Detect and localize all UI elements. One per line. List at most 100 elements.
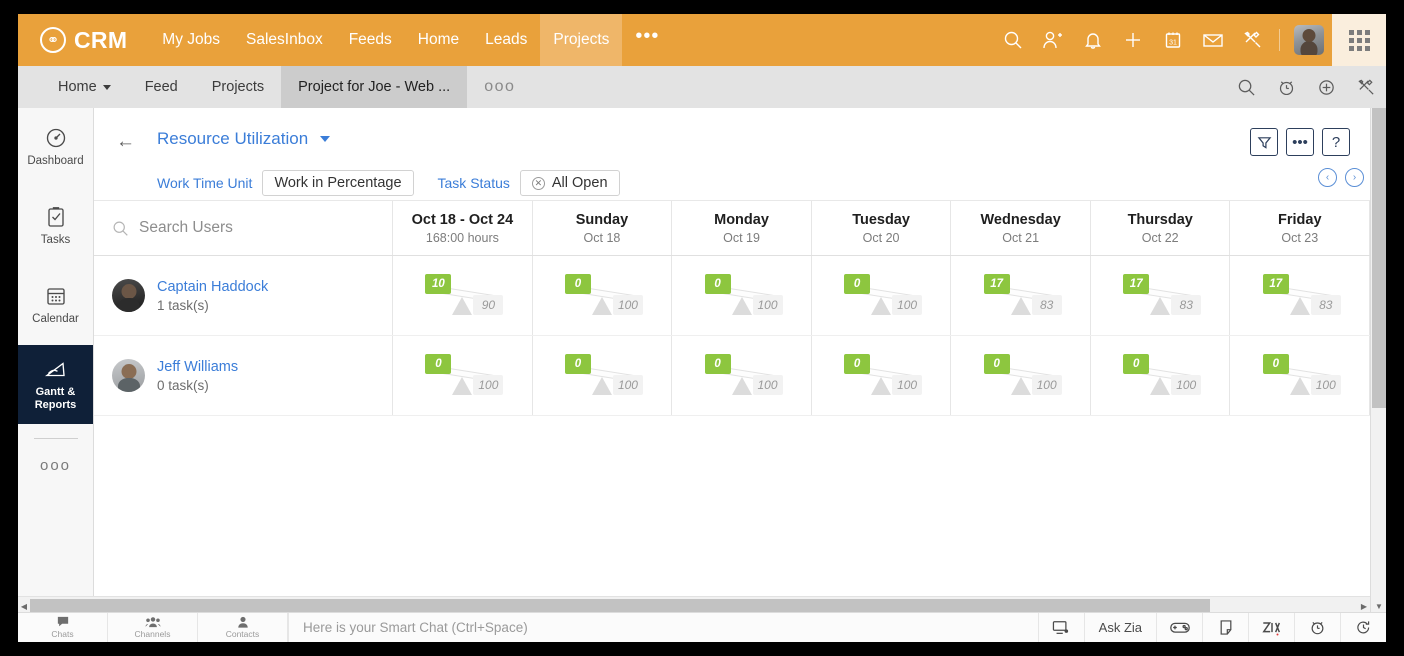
filter-button[interactable] <box>1250 128 1278 156</box>
utilization-cell[interactable]: 0 100 <box>1091 336 1231 415</box>
allocated-badge: 0 <box>844 273 871 294</box>
tools-icon[interactable] <box>1346 66 1386 108</box>
grid-column-friday: Friday Oct 23 <box>1230 201 1371 255</box>
alarm-clock-icon[interactable] <box>1294 613 1340 642</box>
scale-fulcrum <box>591 296 612 315</box>
user-name-link[interactable]: Jeff Williams <box>157 359 238 375</box>
subnav-item-project-tab[interactable]: Project for Joe - Web ... <box>281 66 468 108</box>
topnav-item-my-jobs[interactable]: My Jobs <box>149 14 233 66</box>
app-switcher-icon[interactable] <box>1332 14 1386 66</box>
allocated-badge: 0 <box>1123 353 1150 374</box>
utilization-cell[interactable]: 0 100 <box>812 256 952 335</box>
game-controller-icon[interactable] <box>1156 613 1202 642</box>
horizontal-scrollbar-thumb[interactable] <box>30 599 1210 613</box>
utilization-cell[interactable]: 0 100 <box>672 256 812 335</box>
filter-chip-task-status[interactable]: ✕ All Open <box>519 170 620 196</box>
balance-scale: 0 100 <box>699 270 785 322</box>
vertical-scrollbar-thumb[interactable] <box>1372 108 1386 408</box>
back-arrow-icon[interactable]: ← <box>116 132 135 151</box>
sidebar-item-calendar[interactable]: Calendar <box>18 266 93 345</box>
allocated-badge: 17 <box>983 273 1010 294</box>
search-icon[interactable] <box>993 14 1033 66</box>
balance-scale: 0 100 <box>838 270 924 322</box>
more-options-button[interactable]: ••• <box>1286 128 1314 156</box>
mail-icon[interactable] <box>1193 14 1233 66</box>
sidebar-item-gantt-reports[interactable]: Gantt & Reports <box>18 345 93 424</box>
alarm-clock-icon[interactable] <box>1266 66 1306 108</box>
grid-column-monday: Monday Oct 19 <box>672 201 812 255</box>
available-badge: 100 <box>892 374 923 395</box>
help-button[interactable]: ? <box>1322 128 1350 156</box>
balance-scale: 0 100 <box>699 350 785 402</box>
available-badge: 90 <box>473 294 504 315</box>
topnav-item-leads[interactable]: Leads <box>472 14 540 66</box>
subnav-item-home[interactable]: Home <box>18 66 128 108</box>
top-nav-items: My Jobs SalesInbox Feeds Home Leads Proj… <box>149 14 672 66</box>
utilization-cell[interactable]: 17 83 <box>951 256 1091 335</box>
filter-label-task-status: Task Status <box>437 175 510 191</box>
utilization-cell[interactable]: 0 100 <box>533 256 673 335</box>
utilization-cell[interactable]: 0 100 <box>393 336 533 415</box>
page-title[interactable]: Resource Utilization <box>157 129 331 149</box>
topnav-item-salesinbox[interactable]: SalesInbox <box>233 14 336 66</box>
column-subtitle: Oct 22 <box>1141 230 1179 245</box>
search-users-input[interactable]: Search Users <box>94 201 394 255</box>
sidebar-item-tasks[interactable]: Tasks <box>18 187 93 266</box>
note-icon[interactable] <box>1202 613 1248 642</box>
utilization-cell[interactable]: 0 100 <box>672 336 812 415</box>
calendar-icon[interactable]: 31 <box>1153 14 1193 66</box>
close-icon[interactable]: ✕ <box>531 176 545 190</box>
utilization-cell[interactable]: 0 100 <box>1230 336 1371 415</box>
smart-chat-input[interactable]: Here is your Smart Chat (Ctrl+Space) <box>288 613 1038 642</box>
add-user-icon[interactable] <box>1033 14 1073 66</box>
utilization-cell[interactable]: 17 83 <box>1230 256 1371 335</box>
plus-icon[interactable] <box>1113 14 1153 66</box>
avatar[interactable] <box>1294 25 1324 55</box>
chart-area-icon <box>44 362 65 377</box>
utilization-cell[interactable]: 0 100 <box>951 336 1091 415</box>
user-name-link[interactable]: Captain Haddock <box>157 279 268 295</box>
topnav-item-feeds[interactable]: Feeds <box>336 14 405 66</box>
utilization-cell[interactable]: 17 83 <box>1091 256 1231 335</box>
vertical-scrollbar[interactable]: ▼ <box>1370 108 1386 614</box>
chevron-left-icon[interactable]: ‹ <box>1318 168 1337 187</box>
filter-icon <box>1257 136 1271 149</box>
chatbar-item-channels[interactable]: Channels <box>108 613 198 642</box>
chevron-right-icon[interactable]: › <box>1345 168 1364 187</box>
chatbar-item-chats[interactable]: Chats <box>18 613 108 642</box>
user-cell: Captain Haddock 1 task(s) <box>94 256 394 335</box>
sidebar-item-dashboard[interactable]: Dashboard <box>18 108 93 187</box>
subnav-more-button[interactable]: ooo <box>467 66 532 108</box>
bell-icon[interactable] <box>1073 14 1113 66</box>
column-subtitle: Oct 23 <box>1281 230 1319 245</box>
tools-icon[interactable] <box>1233 14 1273 66</box>
ask-zia-button[interactable]: Ask Zia <box>1083 613 1156 642</box>
subnav-item-projects[interactable]: Projects <box>195 66 281 108</box>
plus-circle-icon[interactable] <box>1306 66 1346 108</box>
subnav-item-feed[interactable]: Feed <box>128 66 195 108</box>
topnav-item-home[interactable]: Home <box>405 14 472 66</box>
sidebar-more-button[interactable]: ooo <box>18 439 93 474</box>
topnav-item-projects[interactable]: Projects <box>540 14 623 66</box>
filter-chip-work-time-unit[interactable]: Work in Percentage <box>262 170 414 196</box>
column-title: Tuesday <box>852 211 910 228</box>
brand[interactable]: ⚭ CRM <box>18 27 149 54</box>
crm-logo-icon: ⚭ <box>40 27 66 53</box>
scale-fulcrum <box>1150 376 1171 395</box>
scale-fulcrum <box>871 376 892 395</box>
zia-icon[interactable] <box>1248 613 1294 642</box>
screen-share-icon[interactable] <box>1037 613 1084 642</box>
topnav-more-button[interactable]: ••• <box>622 14 672 66</box>
chatbar-item-contacts[interactable]: Contacts <box>198 613 288 642</box>
history-icon[interactable] <box>1340 613 1386 642</box>
utilization-cell[interactable]: 0 100 <box>533 336 673 415</box>
scale-fulcrum <box>731 296 752 315</box>
search-icon[interactable] <box>1226 66 1266 108</box>
utilization-cell[interactable]: 0 100 <box>812 336 952 415</box>
grid-column-sunday: Sunday Oct 18 <box>533 201 673 255</box>
column-subtitle: Oct 19 <box>723 230 760 245</box>
chatbar-label-contacts: Contacts <box>225 629 260 639</box>
utilization-cell[interactable]: 10 90 <box>393 256 533 335</box>
left-sidebar: Dashboard Tasks Calendar Gantt & Reports… <box>18 108 94 642</box>
available-badge: 100 <box>1310 374 1341 395</box>
